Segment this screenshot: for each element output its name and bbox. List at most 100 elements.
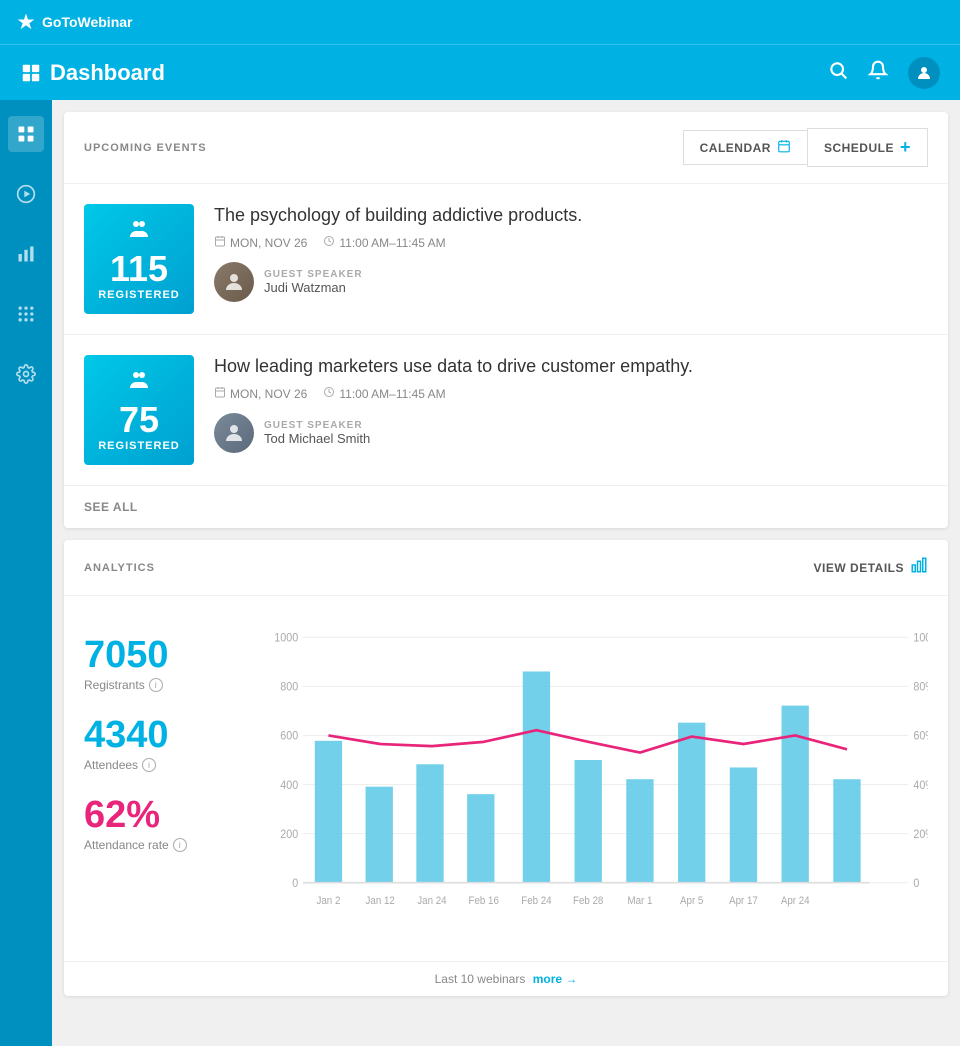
bell-icon[interactable] [868,60,888,85]
avatar[interactable] [908,57,940,89]
svg-text:100%: 100% [913,632,928,645]
chart-more-link[interactable]: more → [533,972,578,986]
stat-registrants: 7050 Registrants i [84,636,244,692]
svg-text:200: 200 [280,828,298,841]
event-item-1: 115 REGISTERED The psychology of buildin… [64,184,948,335]
sidebar-item-analytics[interactable] [8,236,44,272]
logo-text: GoToWebinar [42,14,132,30]
event-2-speaker-label: GUEST SPEAKER [264,420,370,431]
calendar-button[interactable]: CALENDAR [683,130,807,165]
stat-rate-label: Attendance rate i [84,838,244,852]
info-icon-rate[interactable]: i [173,838,187,852]
svg-text:Apr 17: Apr 17 [729,896,758,907]
view-details-label: VIEW DETAILS [814,561,904,575]
event-1-details: The psychology of building addictive pro… [214,204,928,302]
upcoming-events-card: UPCOMING EVENTS CALENDAR [64,112,948,528]
event-2-speaker-name: Tod Michael Smith [264,431,370,446]
event-2-badge-label: REGISTERED [98,440,180,452]
upcoming-actions: CALENDAR SCHEDULE + [683,128,928,167]
svg-text:800: 800 [280,681,298,694]
event-item-2: 75 REGISTERED How leading marketers use … [64,335,948,486]
layout: UPCOMING EVENTS CALENDAR [0,100,960,1046]
chart-footer: Last 10 webinars more → [64,961,948,996]
svg-text:Jan 12: Jan 12 [366,896,396,907]
svg-text:Feb 24: Feb 24 [521,896,552,907]
schedule-button-label: SCHEDULE [824,141,894,155]
stat-attendees: 4340 Attendees i [84,716,244,772]
event-1-time-text: 11:00 AM–11:45 AM [339,236,445,250]
badge-people-icon [127,217,151,247]
schedule-button[interactable]: SCHEDULE + [807,128,928,167]
calendar-meta-icon-2 [214,386,226,401]
event-2-time: 11:00 AM–11:45 AM [323,386,445,401]
sidebar-item-settings[interactable] [8,356,44,392]
svg-text:Apr 5: Apr 5 [680,896,704,907]
event-1-title[interactable]: The psychology of building addictive pro… [214,204,928,227]
stat-attendees-label: Attendees i [84,758,244,772]
sidebar-item-play[interactable] [8,176,44,212]
see-all-link[interactable]: SEE ALL [64,486,948,528]
dashboard-icon [20,62,42,84]
badge-people-icon-2 [127,368,151,398]
analytics-chart: 1000 800 600 400 200 0 100% 80% 60% 40% … [264,616,928,936]
sidebar-item-grid[interactable] [8,296,44,332]
sidebar [0,100,52,1046]
event-1-meta: MON, NOV 26 11:00 AM–11:45 AM [214,235,928,250]
event-2-date: MON, NOV 26 [214,386,307,401]
chart-area: 1000 800 600 400 200 0 100% 80% 60% 40% … [264,616,928,941]
event-1-date-text: MON, NOV 26 [230,236,307,250]
svg-text:400: 400 [280,779,298,792]
svg-text:0: 0 [913,878,919,891]
event-2-speaker: GUEST SPEAKER Tod Michael Smith [214,413,928,453]
event-1-speaker-avatar [214,262,254,302]
stat-rate-value: 62% [84,796,244,834]
sidebar-item-home[interactable] [8,116,44,152]
event-2-count: 75 [119,402,159,438]
event-1-speaker-name: Judi Watzman [264,280,363,295]
stats-column: 7050 Registrants i 4340 Attendees i [84,616,244,941]
svg-text:Apr 24: Apr 24 [781,896,810,907]
view-details-button[interactable]: VIEW DETAILS [814,556,928,579]
svg-text:Jan 24: Jan 24 [417,896,447,907]
event-2-speaker-avatar [214,413,254,453]
event-1-speaker-info: GUEST SPEAKER Judi Watzman [264,269,363,295]
clock-icon-1 [323,235,335,250]
svg-text:1000: 1000 [274,632,298,645]
event-1-time: 11:00 AM–11:45 AM [323,235,445,250]
plus-icon: + [900,137,911,158]
calendar-meta-icon-1 [214,235,226,250]
event-1-badge-label: REGISTERED [98,289,180,301]
event-2-speaker-info: GUEST SPEAKER Tod Michael Smith [264,420,370,446]
chart-footer-text: Last 10 webinars [435,972,526,986]
event-2-avatar-img [214,413,254,453]
calendar-button-label: CALENDAR [700,141,771,155]
svg-text:Feb 28: Feb 28 [573,896,604,907]
info-icon-registrants[interactable]: i [149,678,163,692]
event-2-date-text: MON, NOV 26 [230,387,307,401]
logo[interactable]: GoToWebinar [16,12,132,32]
top-bar: GoToWebinar [0,0,960,44]
event-badge-2: 75 REGISTERED [84,355,194,465]
event-1-count: 115 [110,251,168,287]
svg-text:0: 0 [292,878,298,891]
svg-text:Mar 1: Mar 1 [627,896,652,907]
event-2-details: How leading marketers use data to drive … [214,355,928,453]
svg-text:20%: 20% [913,828,928,841]
upcoming-events-title: UPCOMING EVENTS [84,142,207,154]
event-1-speaker: GUEST SPEAKER Judi Watzman [214,262,928,302]
chart-icon [910,556,928,579]
clock-icon-2 [323,386,335,401]
svg-text:40%: 40% [913,779,928,792]
event-1-date: MON, NOV 26 [214,235,307,250]
event-2-meta: MON, NOV 26 11:00 AM–11:45 AM [214,386,928,401]
logo-icon [16,12,36,32]
info-icon-attendees[interactable]: i [142,758,156,772]
header: Dashboard [0,44,960,100]
main-content: UPCOMING EVENTS CALENDAR [52,100,960,1046]
search-icon[interactable] [828,60,848,85]
analytics-card: ANALYTICS VIEW DETAILS 7050 [64,540,948,996]
svg-text:60%: 60% [913,730,928,743]
event-2-title[interactable]: How leading marketers use data to drive … [214,355,928,378]
svg-text:Jan 2: Jan 2 [317,896,341,907]
event-badge-1: 115 REGISTERED [84,204,194,314]
